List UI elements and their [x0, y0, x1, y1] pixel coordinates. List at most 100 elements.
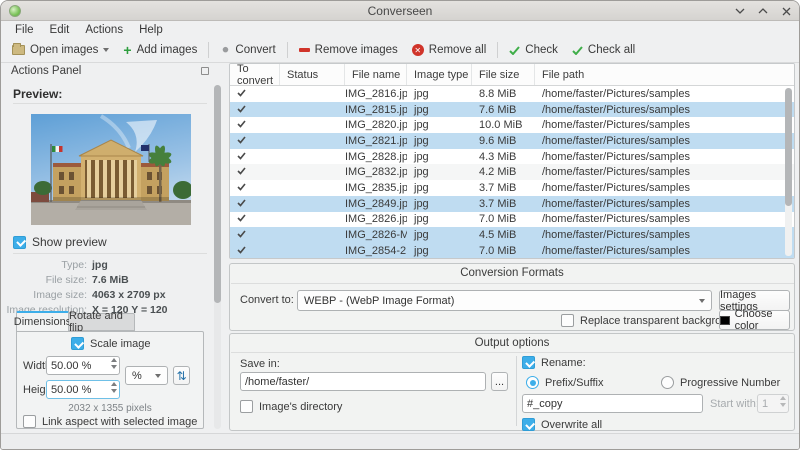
cell-conv[interactable]	[230, 198, 280, 210]
unit-combobox[interactable]: %	[125, 366, 168, 385]
column-header-file-name[interactable]: File name	[345, 64, 407, 85]
chevron-down-icon	[155, 373, 161, 378]
table-row[interactable]: IMG_2828.jpg jpg 4.3 MiB/home/faster/Pictu…	[230, 149, 794, 165]
cell-type: jpg	[414, 213, 429, 226]
save-path-input[interactable]	[240, 372, 486, 391]
tab-dimensions[interactable]: Dimensions	[14, 311, 71, 331]
detach-panel-icon[interactable]	[201, 67, 209, 75]
menu-actions[interactable]: Actions	[77, 23, 131, 37]
cell-conv[interactable]	[230, 166, 280, 178]
choose-color-button[interactable]: Choose color	[719, 308, 790, 332]
column-header-file-size[interactable]: File size	[472, 64, 535, 85]
cell-path: /home/faster/Pictures/samples	[542, 87, 690, 100]
cell-type: jpg	[414, 87, 429, 100]
checkbox-icon	[522, 356, 535, 369]
cell-conv[interactable]	[230, 88, 280, 100]
convert-button[interactable]: ⚫ Convert	[213, 41, 282, 59]
overwrite-all-checkbox[interactable]: Overwrite all	[522, 418, 602, 431]
add-images-button[interactable]: + Add images	[116, 41, 204, 59]
window-title: Converseen	[367, 3, 433, 18]
table-row[interactable]: IMG_2832.jpg jpg 4.2 MiB/home/faster/Pictu…	[230, 164, 794, 181]
tab-rotate-and-flip[interactable]: Rotate and flip	[69, 310, 135, 334]
scale-image-checkbox[interactable]: Scale image	[71, 337, 151, 350]
link-aspect-checkbox[interactable]: Link aspect with selected image	[23, 415, 197, 428]
cell-type: jpg	[414, 229, 429, 242]
minus-icon	[298, 48, 310, 52]
cell-conv[interactable]	[230, 182, 280, 194]
swap-dimensions-button[interactable]: ⇅	[173, 366, 190, 385]
progressive-number-radio[interactable]: Progressive Number	[661, 376, 780, 389]
browse-button[interactable]: ...	[491, 372, 508, 391]
height-input[interactable]	[46, 380, 120, 399]
actions-panel-title: Actions Panel	[11, 65, 82, 77]
table-row[interactable]: IMG_2826-M... jpg 4.5 MiB/home/faster/Pict…	[230, 227, 794, 243]
table-row[interactable]: IMG_2849.jpg jpg 3.7 MiB/home/faster/Pictu…	[230, 195, 794, 212]
checkbox-icon	[23, 415, 36, 428]
start-with-spinner[interactable]	[757, 394, 789, 413]
title-bar[interactable]: Converseen	[1, 1, 799, 21]
prefix-suffix-radio[interactable]: Prefix/Suffix	[526, 376, 604, 389]
cell-path: /home/faster/Pictures/samples	[542, 103, 690, 116]
menu-help[interactable]: Help	[131, 23, 171, 37]
cell-path: /home/faster/Pictures/samples	[542, 181, 690, 194]
menu-edit[interactable]: Edit	[42, 23, 78, 37]
open-images-button[interactable]: Open images	[5, 41, 116, 59]
show-preview-checkbox[interactable]: Show preview	[13, 235, 107, 249]
cell-size: 8.8 MiB	[479, 87, 517, 100]
column-header-file-path[interactable]: File path	[535, 64, 794, 85]
save-in-label: Save in:	[240, 358, 280, 370]
table-row[interactable]: IMG_2816.jpg jpg 8.8 MiB/home/faster/Pictu…	[230, 86, 794, 102]
cell-size: 7.0 MiB	[479, 213, 517, 226]
table-row[interactable]: IMG_2820.jpg jpg 10.0 MiB/home/faster/Pict…	[230, 117, 794, 133]
check-icon	[237, 183, 246, 191]
chevron-down-icon	[103, 48, 110, 52]
check-icon	[237, 214, 246, 223]
height-spinner[interactable]	[46, 380, 120, 399]
cell-conv[interactable]	[230, 213, 280, 225]
panel-scrollbar[interactable]	[214, 85, 221, 429]
cell-type: jpg	[414, 166, 429, 179]
minimize-icon[interactable]	[733, 4, 747, 18]
cell-conv[interactable]	[230, 229, 280, 241]
remove-images-button[interactable]: Remove images	[292, 41, 405, 59]
width-spinner[interactable]	[46, 356, 120, 375]
cell-path: /home/faster/Pictures/samples	[542, 166, 690, 179]
table-row[interactable]: IMG_2821.jpg jpg 9.6 MiB/home/faster/Pictu…	[230, 133, 794, 149]
check-icon	[237, 230, 246, 238]
close-icon[interactable]	[779, 4, 793, 18]
table-row[interactable]: IMG_2815.jpg jpg 7.6 MiB/home/faster/Pictu…	[230, 101, 794, 118]
converseen-window: Converseen File Edit Actions Help Open imag…	[0, 0, 800, 450]
checkbox-icon	[240, 400, 253, 413]
cell-name: IMG_2832.jpg	[345, 166, 407, 179]
cell-name: IMG_2820.jpg	[345, 119, 407, 132]
format-combobox[interactable]: WEBP - (WebP Image Format)	[297, 290, 712, 311]
app-logo-icon	[9, 5, 21, 17]
rename-checkbox[interactable]: Rename:	[522, 356, 586, 369]
toolbar-separator	[208, 42, 210, 58]
replace-transparent-checkbox[interactable]: Replace transparent background	[561, 314, 740, 327]
table-row[interactable]: IMG_2826.jpg jpg 7.0 MiB/home/faster/Pictu…	[230, 212, 794, 228]
check-all-icon	[572, 45, 583, 55]
cell-conv[interactable]	[230, 151, 280, 163]
menu-file[interactable]: File	[7, 23, 42, 37]
maximize-icon[interactable]	[756, 4, 770, 18]
table-row[interactable]: IMG_2854-2.j... jpg 7.0 MiB/home/faster/Pi…	[230, 242, 794, 258]
cell-conv[interactable]	[230, 104, 280, 116]
chevron-down-icon	[699, 298, 705, 303]
table-scrollbar[interactable]	[785, 88, 792, 256]
cell-conv[interactable]	[230, 119, 280, 131]
check-button[interactable]: Check	[502, 41, 565, 59]
cell-conv[interactable]	[230, 245, 280, 257]
images-directory-checkbox[interactable]: Image's directory	[240, 400, 342, 413]
column-header-status[interactable]: Status	[280, 64, 345, 85]
remove-all-button[interactable]: ✕ Remove all	[405, 41, 494, 59]
column-header-to-convert[interactable]: To convert	[230, 64, 280, 87]
column-header-image-type[interactable]: Image type	[407, 64, 472, 85]
check-all-button[interactable]: Check all	[565, 41, 642, 59]
remove-all-icon: ✕	[411, 44, 424, 56]
cell-conv[interactable]	[230, 135, 280, 147]
rename-pattern-input[interactable]	[522, 394, 703, 413]
radio-icon	[661, 376, 674, 389]
table-row[interactable]: IMG_2835.jpg jpg 3.7 MiB/home/faster/Pictu…	[230, 180, 794, 196]
width-input[interactable]	[46, 356, 120, 375]
